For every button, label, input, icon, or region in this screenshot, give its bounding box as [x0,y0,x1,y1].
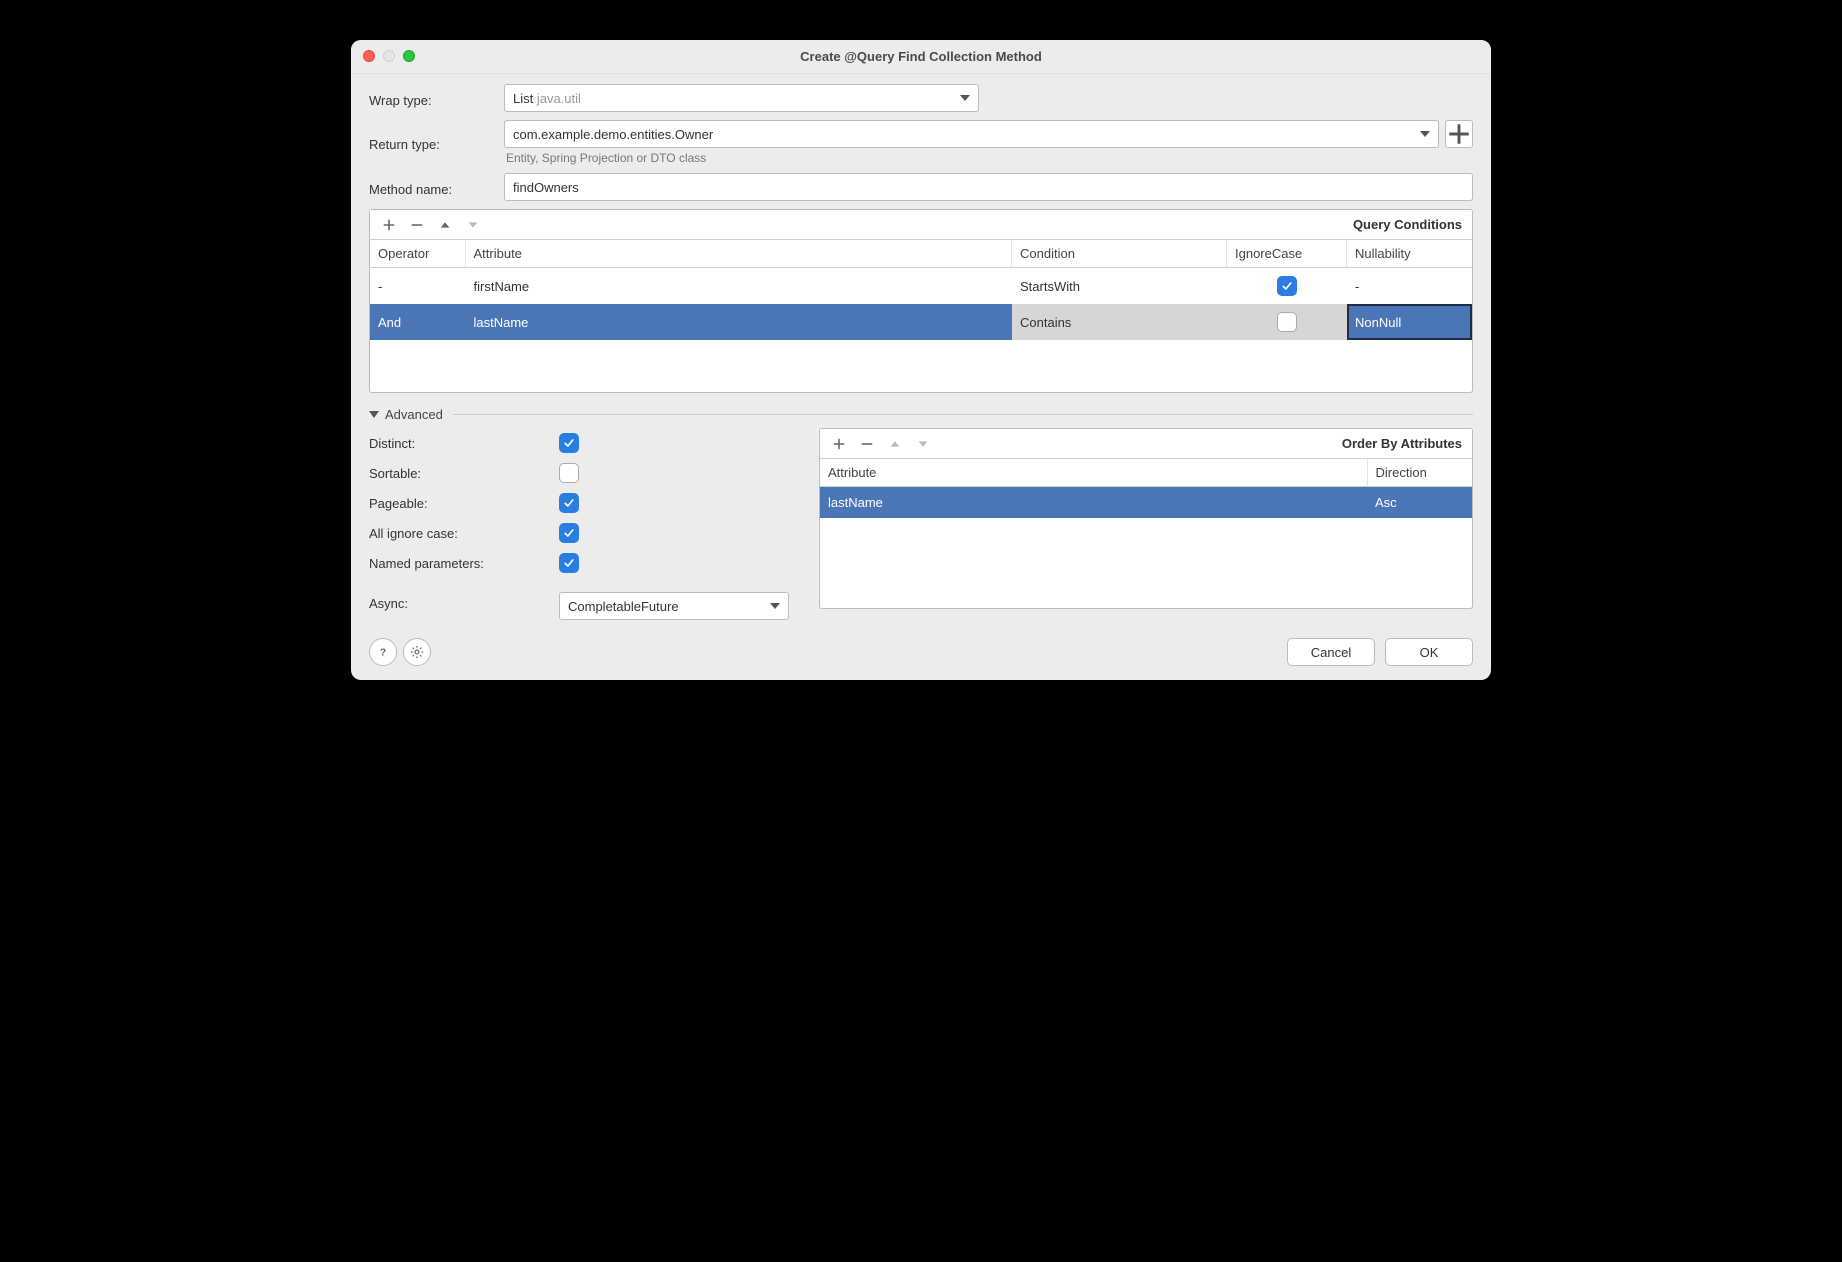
svg-text:?: ? [380,647,386,659]
named-params-checkbox[interactable] [559,553,579,573]
advanced-section[interactable]: Advanced [369,407,1473,422]
col-operator[interactable]: Operator [370,240,465,268]
query-conditions-panel: Query Conditions Operator Attribute Cond… [369,209,1473,393]
distinct-label: Distinct: [369,436,559,451]
pageable-label: Pageable: [369,496,559,511]
col-attribute[interactable]: Attribute [465,240,1012,268]
order-by-title: Order By Attributes [1342,436,1462,451]
distinct-checkbox[interactable] [559,433,579,453]
async-value: CompletableFuture [568,599,679,614]
order-by-panel: Order By Attributes Attribute Direction … [819,428,1473,609]
help-icon[interactable]: ? [369,638,397,666]
order-by-table: Attribute Direction lastNameAsc [820,459,1472,518]
arrow-down-icon [462,214,484,236]
chevron-down-icon [960,95,970,101]
wrap-type-primary: List [513,91,533,106]
add-return-type-button[interactable] [1445,120,1473,148]
zoom-window-icon[interactable] [403,50,415,62]
wrap-type-combo[interactable]: List java.util [504,84,979,112]
col-ignorecase[interactable]: IgnoreCase [1227,240,1347,268]
return-type-value: com.example.demo.entities.Owner [513,127,713,142]
table-row[interactable]: AndlastNameContainsNonNull [370,304,1472,340]
method-name-value: findOwners [513,180,579,195]
minus-icon[interactable] [856,433,878,455]
arrow-up-icon [884,433,906,455]
async-combo[interactable]: CompletableFuture [559,592,789,620]
async-label: Async: [369,596,559,611]
col-nullability[interactable]: Nullability [1347,240,1472,268]
ignore-case-checkbox[interactable] [1277,312,1297,332]
window-controls [363,50,415,62]
ignore-case-checkbox[interactable] [1277,276,1297,296]
chevron-down-icon [1420,131,1430,137]
plus-icon[interactable] [378,214,400,236]
advanced-label: Advanced [385,407,443,422]
return-type-label: Return type: [369,133,494,152]
method-name-label: Method name: [369,178,494,197]
gear-icon[interactable] [403,638,431,666]
arrow-up-icon[interactable] [434,214,456,236]
query-conditions-table: Operator Attribute Condition IgnoreCase … [370,240,1472,340]
table-row[interactable]: -firstNameStartsWith- [370,268,1472,305]
wrap-type-secondary: java.util [533,91,581,106]
chevron-down-icon [770,603,780,609]
arrow-down-icon [912,433,934,455]
title-bar: Create @Query Find Collection Method [351,40,1491,74]
close-window-icon[interactable] [363,50,375,62]
ok-button[interactable]: OK [1385,638,1473,666]
return-type-combo[interactable]: com.example.demo.entities.Owner [504,120,1439,148]
plus-icon[interactable] [828,433,850,455]
named-params-label: Named parameters: [369,556,559,571]
all-ignore-case-checkbox[interactable] [559,523,579,543]
pageable-checkbox[interactable] [559,493,579,513]
minimize-window-icon [383,50,395,62]
sortable-label: Sortable: [369,466,559,481]
method-name-input[interactable]: findOwners [504,173,1473,201]
cancel-button[interactable]: Cancel [1287,638,1375,666]
col-direction[interactable]: Direction [1367,459,1472,487]
sortable-checkbox[interactable] [559,463,579,483]
order-by-toolbar: Order By Attributes [820,429,1472,459]
col-attribute[interactable]: Attribute [820,459,1367,487]
query-conditions-toolbar: Query Conditions [370,210,1472,240]
col-condition[interactable]: Condition [1012,240,1227,268]
dialog-title: Create @Query Find Collection Method [800,49,1042,64]
wrap-type-label: Wrap type: [369,89,494,108]
return-type-hint: Entity, Spring Projection or DTO class [504,151,1473,165]
query-conditions-title: Query Conditions [1353,217,1462,232]
table-row[interactable]: lastNameAsc [820,487,1472,519]
dialog-create-query-method: Create @Query Find Collection Method Wra… [351,40,1491,680]
dialog-footer: ? Cancel OK [369,638,1473,666]
disclosure-triangle-icon [369,411,379,418]
all-ignore-case-label: All ignore case: [369,526,559,541]
minus-icon[interactable] [406,214,428,236]
advanced-options: Distinct: Sortable: Pageable: All ignore… [369,428,789,618]
